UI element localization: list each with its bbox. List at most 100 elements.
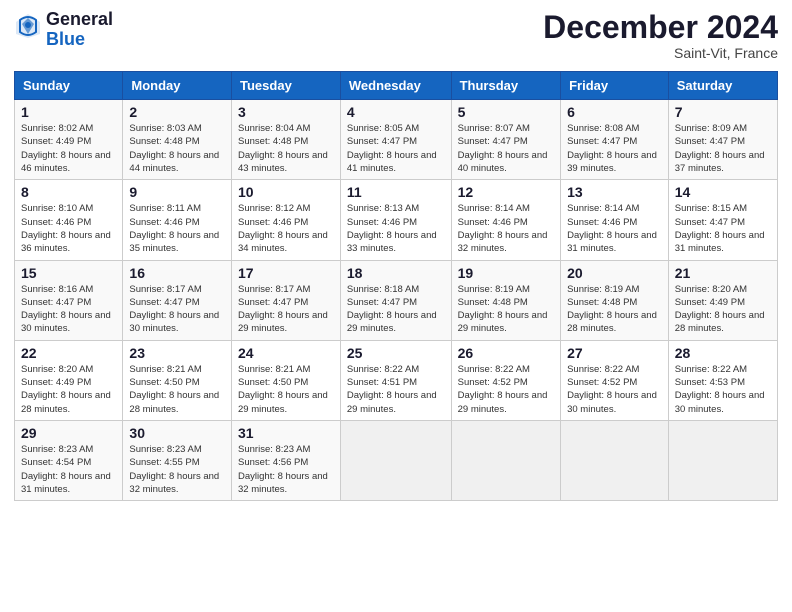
day-cell: 2Sunrise: 8:03 AM Sunset: 4:48 PM Daylig… [123,100,232,180]
day-cell: 25Sunrise: 8:22 AM Sunset: 4:51 PM Dayli… [340,340,451,420]
col-thursday: Thursday [451,72,560,100]
header-row: Sunday Monday Tuesday Wednesday Thursday… [15,72,778,100]
day-cell: 18 Sunrise: 8:18 AM Sunset: 4:47 PM Dayli… [340,260,451,340]
day-number: 10 [238,184,334,200]
day-cell [561,420,669,500]
day-number: 4 [347,104,445,120]
col-saturday: Saturday [668,72,777,100]
day-number: 11 [347,184,445,200]
day-cell: 19 Sunrise: 8:19 AM Sunset: 4:48 PM Dayli… [451,260,560,340]
day-number: 21 [675,265,771,281]
day-number: 6 [567,104,662,120]
day-number: 23 [129,345,225,361]
week-row-2: 8 Sunrise: 8:10 AM Sunset: 4:46 PM Daylig… [15,180,778,260]
day-cell: 27Sunrise: 8:22 AM Sunset: 4:52 PM Dayli… [561,340,669,420]
calendar-body: 1 Sunrise: 8:02 AM Sunset: 4:49 PM Daylig… [15,100,778,501]
day-cell: 12 Sunrise: 8:14 AM Sunset: 4:46 PM Dayli… [451,180,560,260]
day-detail: Sunrise: 8:02 AM Sunset: 4:49 PM Dayligh… [21,122,116,175]
day-detail: Sunrise: 8:17 AM Sunset: 4:47 PM Dayligh… [129,283,225,336]
day-detail: Sunrise: 8:17 AM Sunset: 4:47 PM Dayligh… [238,283,334,336]
col-tuesday: Tuesday [232,72,341,100]
day-cell: 23 Sunrise: 8:21 AM Sunset: 4:50 PM Dayli… [123,340,232,420]
day-cell: 8 Sunrise: 8:10 AM Sunset: 4:46 PM Daylig… [15,180,123,260]
day-number: 3 [238,104,334,120]
col-sunday: Sunday [15,72,123,100]
day-number: 16 [129,265,225,281]
week-row-3: 15Sunrise: 8:16 AM Sunset: 4:47 PM Dayli… [15,260,778,340]
day-number: 29 [21,425,116,441]
day-cell: 7Sunrise: 8:09 AM Sunset: 4:47 PM Daylig… [668,100,777,180]
logo-icon [14,12,42,40]
day-cell: 26 Sunrise: 8:22 AM Sunset: 4:52 PM Dayli… [451,340,560,420]
day-cell: 10 Sunrise: 8:12 AM Sunset: 4:46 PM Dayli… [232,180,341,260]
day-cell: 30Sunrise: 8:23 AM Sunset: 4:55 PM Dayli… [123,420,232,500]
day-detail: Sunrise: 8:22 AM Sunset: 4:52 PM Dayligh… [567,363,662,416]
col-wednesday: Wednesday [340,72,451,100]
day-cell: 17 Sunrise: 8:17 AM Sunset: 4:47 PM Dayli… [232,260,341,340]
day-number: 28 [675,345,771,361]
day-cell: 5 Sunrise: 8:07 AM Sunset: 4:47 PM Daylig… [451,100,560,180]
day-cell: 3 Sunrise: 8:04 AM Sunset: 4:48 PM Daylig… [232,100,341,180]
day-detail: Sunrise: 8:22 AM Sunset: 4:51 PM Dayligh… [347,363,445,416]
day-number: 14 [675,184,771,200]
day-number: 5 [458,104,554,120]
week-row-5: 29 Sunrise: 8:23 AM Sunset: 4:54 PM Dayli… [15,420,778,500]
day-number: 17 [238,265,334,281]
day-number: 22 [21,345,116,361]
day-cell: 29 Sunrise: 8:23 AM Sunset: 4:54 PM Dayli… [15,420,123,500]
day-cell [668,420,777,500]
day-cell: 24Sunrise: 8:21 AM Sunset: 4:50 PM Dayli… [232,340,341,420]
title-block: December 2024 Saint-Vit, France [543,10,778,61]
day-detail: Sunrise: 8:04 AM Sunset: 4:48 PM Dayligh… [238,122,334,175]
day-number: 31 [238,425,334,441]
day-number: 7 [675,104,771,120]
location: Saint-Vit, France [543,45,778,61]
day-detail: Sunrise: 8:20 AM Sunset: 4:49 PM Dayligh… [21,363,116,416]
day-cell: 14Sunrise: 8:15 AM Sunset: 4:47 PM Dayli… [668,180,777,260]
day-detail: Sunrise: 8:19 AM Sunset: 4:48 PM Dayligh… [567,283,662,336]
day-detail: Sunrise: 8:22 AM Sunset: 4:53 PM Dayligh… [675,363,771,416]
logo-general-text: General [46,10,113,30]
day-number: 12 [458,184,554,200]
day-detail: Sunrise: 8:21 AM Sunset: 4:50 PM Dayligh… [129,363,225,416]
day-cell: 6Sunrise: 8:08 AM Sunset: 4:47 PM Daylig… [561,100,669,180]
day-detail: Sunrise: 8:07 AM Sunset: 4:47 PM Dayligh… [458,122,554,175]
header: General Blue December 2024 Saint-Vit, Fr… [14,10,778,61]
day-number: 1 [21,104,116,120]
day-detail: Sunrise: 8:13 AM Sunset: 4:46 PM Dayligh… [347,202,445,255]
day-number: 19 [458,265,554,281]
week-row-1: 1 Sunrise: 8:02 AM Sunset: 4:49 PM Daylig… [15,100,778,180]
week-row-4: 22 Sunrise: 8:20 AM Sunset: 4:49 PM Dayli… [15,340,778,420]
day-detail: Sunrise: 8:12 AM Sunset: 4:46 PM Dayligh… [238,202,334,255]
day-detail: Sunrise: 8:03 AM Sunset: 4:48 PM Dayligh… [129,122,225,175]
day-detail: Sunrise: 8:14 AM Sunset: 4:46 PM Dayligh… [567,202,662,255]
day-number: 26 [458,345,554,361]
day-detail: Sunrise: 8:18 AM Sunset: 4:47 PM Dayligh… [347,283,445,336]
day-cell: 4 Sunrise: 8:05 AM Sunset: 4:47 PM Daylig… [340,100,451,180]
day-cell: 11 Sunrise: 8:13 AM Sunset: 4:46 PM Dayli… [340,180,451,260]
month-title: December 2024 [543,10,778,45]
day-cell: 9Sunrise: 8:11 AM Sunset: 4:46 PM Daylig… [123,180,232,260]
day-detail: Sunrise: 8:22 AM Sunset: 4:52 PM Dayligh… [458,363,554,416]
logo-blue-text: Blue [46,30,113,50]
day-cell: 28 Sunrise: 8:22 AM Sunset: 4:53 PM Dayli… [668,340,777,420]
logo-text: General Blue [46,10,113,50]
day-detail: Sunrise: 8:23 AM Sunset: 4:54 PM Dayligh… [21,443,116,496]
day-detail: Sunrise: 8:10 AM Sunset: 4:46 PM Dayligh… [21,202,116,255]
day-number: 18 [347,265,445,281]
day-number: 13 [567,184,662,200]
page: General Blue December 2024 Saint-Vit, Fr… [0,0,792,612]
day-detail: Sunrise: 8:23 AM Sunset: 4:56 PM Dayligh… [238,443,334,496]
day-detail: Sunrise: 8:19 AM Sunset: 4:48 PM Dayligh… [458,283,554,336]
day-number: 24 [238,345,334,361]
day-cell: 22 Sunrise: 8:20 AM Sunset: 4:49 PM Dayli… [15,340,123,420]
day-detail: Sunrise: 8:14 AM Sunset: 4:46 PM Dayligh… [458,202,554,255]
calendar-header: Sunday Monday Tuesday Wednesday Thursday… [15,72,778,100]
day-number: 9 [129,184,225,200]
day-detail: Sunrise: 8:05 AM Sunset: 4:47 PM Dayligh… [347,122,445,175]
day-number: 8 [21,184,116,200]
day-cell: 20 Sunrise: 8:19 AM Sunset: 4:48 PM Dayli… [561,260,669,340]
logo: General Blue [14,10,113,50]
day-detail: Sunrise: 8:23 AM Sunset: 4:55 PM Dayligh… [129,443,225,496]
day-number: 20 [567,265,662,281]
